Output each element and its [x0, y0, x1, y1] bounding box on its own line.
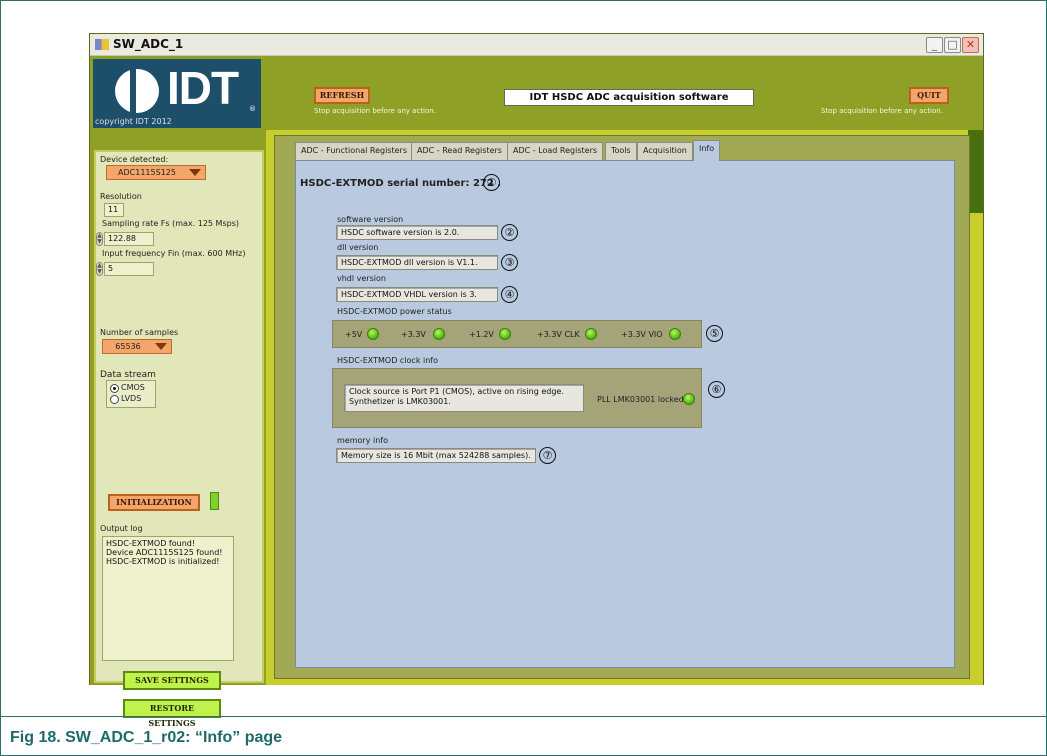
tab-control: ADC - Functional Registers ADC - Read Re…	[274, 135, 970, 679]
dll-version-label: dll version	[337, 243, 379, 252]
rail-label: +3.3V CLK	[537, 330, 580, 339]
device-label: Device detected:	[100, 155, 169, 164]
tab-adc-functional-registers[interactable]: ADC - Functional Registers	[295, 142, 413, 160]
input-frequency-stepper[interactable]: ▲ ▼	[96, 262, 103, 276]
memory-info-label: memory info	[337, 436, 388, 445]
clock-info-label: HSDC-EXTMOD clock info	[337, 356, 439, 365]
callout-6: ⑥	[708, 381, 725, 398]
close-button[interactable]: ✕	[962, 37, 979, 53]
app-window: SW_ADC_1 _ □ ✕ IDT ® copyright IDT 2012 …	[89, 33, 984, 728]
chevron-down-icon	[155, 343, 167, 350]
input-frequency-input[interactable]: 5	[104, 262, 154, 276]
rail-led-icon	[433, 328, 445, 340]
clock-info-line: Clock source is Port P1 (CMOS), active o…	[349, 387, 564, 396]
device-dropdown[interactable]: ADC1115S125	[106, 165, 206, 180]
resolution-field: 11	[104, 203, 124, 217]
input-frequency-label: Input frequency Fin (max. 600 MHz)	[102, 249, 246, 258]
copyright-text: copyright IDT 2012	[95, 117, 172, 126]
sampling-rate-label: Sampling rate Fs (max. 125 Msps)	[102, 219, 239, 228]
output-log-label: Output log	[100, 524, 143, 533]
rail-label: +1.2V	[469, 330, 494, 339]
rail-label: +3.3V VIO	[621, 330, 663, 339]
refresh-button[interactable]: REFRESH	[314, 87, 370, 104]
tab-adc-load-registers[interactable]: ADC - Load Registers	[507, 142, 604, 160]
rail-led-icon	[499, 328, 511, 340]
rail-led-icon	[585, 328, 597, 340]
dll-version-field: HSDC-EXTMOD dll version is V1.1.	[336, 255, 498, 270]
logo-disc-icon	[115, 69, 159, 113]
caption-divider	[0, 716, 1047, 717]
header-bar: REFRESH Stop acquisition before any acti…	[266, 56, 983, 132]
initialization-button[interactable]: INITIALIZATION	[108, 494, 200, 511]
data-stream-group: CMOS LVDS	[106, 380, 156, 408]
lvds-radio[interactable]	[110, 395, 119, 404]
rail-label: +5V	[345, 330, 363, 339]
callout-5: ⑤	[706, 325, 723, 342]
quit-button[interactable]: QUIT	[909, 87, 949, 104]
resolution-label: Resolution	[100, 192, 142, 201]
side-band	[968, 130, 983, 213]
init-status-led	[210, 492, 219, 510]
left-panel: IDT ® copyright IDT 2012 Device detected…	[90, 56, 266, 728]
rail-led-icon	[367, 328, 379, 340]
callout-4: ④	[501, 286, 518, 303]
pll-led-icon	[683, 393, 695, 405]
save-settings-button[interactable]: SAVE SETTINGS	[123, 671, 221, 690]
app-title: IDT HSDC ADC acquisition software	[504, 89, 754, 106]
settings-panel: Device detected: ADC1115S125 Resolution …	[94, 150, 264, 728]
refresh-hint: Stop acquisition before any action.	[314, 107, 436, 115]
device-value: ADC1115S125	[118, 168, 176, 177]
logo-text: IDT	[167, 62, 239, 114]
minimize-button[interactable]: _	[926, 37, 943, 53]
log-line: Device ADC1115S125 found!	[106, 548, 223, 557]
rail-led-icon	[669, 328, 681, 340]
samples-label: Number of samples	[100, 328, 179, 337]
sampling-rate-input[interactable]: 122.88	[104, 232, 154, 246]
sampling-rate-stepper[interactable]: ▲ ▼	[96, 232, 103, 246]
info-page: HSDC-EXTMOD serial number: 272 . ① softw…	[295, 160, 955, 668]
clock-info-panel: Clock source is Port P1 (CMOS), active o…	[332, 368, 702, 428]
pll-label: PLL LMK03001 locked	[597, 395, 684, 404]
software-version-field: HSDC software version is 2.0.	[336, 225, 498, 240]
software-version-label: software version	[337, 215, 404, 224]
callout-2: ②	[501, 224, 518, 241]
samples-dropdown[interactable]: 65536	[102, 339, 172, 354]
log-line: HSDC-EXTMOD is initialized!	[106, 557, 220, 566]
chevron-down-icon	[189, 169, 201, 176]
clock-info-field: Clock source is Port P1 (CMOS), active o…	[344, 384, 584, 412]
title-bar: SW_ADC_1 _ □ ✕	[90, 34, 983, 56]
rail-label: +3.3V	[401, 330, 426, 339]
callout-1: ①	[483, 174, 500, 191]
main-area: ADC - Functional Registers ADC - Read Re…	[266, 130, 983, 685]
cmos-label: CMOS	[121, 383, 145, 392]
window-title: SW_ADC_1	[113, 37, 184, 51]
samples-value: 65536	[115, 342, 141, 351]
data-stream-label: Data stream	[100, 370, 156, 380]
lvds-label: LVDS	[121, 394, 142, 403]
quit-hint: Stop acquisition before any action.	[821, 107, 943, 115]
callout-7: ⑦	[539, 447, 556, 464]
tab-adc-read-registers[interactable]: ADC - Read Registers	[411, 142, 508, 160]
clock-info-line: Synthetizer is LMK03001.	[349, 397, 451, 406]
callout-3: ③	[501, 254, 518, 271]
tab-tools[interactable]: Tools	[605, 142, 637, 160]
cmos-radio[interactable]	[110, 384, 119, 393]
vhdl-version-field: HSDC-EXTMOD VHDL version is 3.	[336, 287, 498, 302]
figure-caption: Fig 18. SW_ADC_1_r02: “Info” page	[10, 729, 283, 746]
power-status-label: HSDC-EXTMOD power status	[337, 307, 452, 316]
app-icon	[95, 39, 109, 50]
maximize-button[interactable]: □	[944, 37, 961, 53]
power-status-panel: +5V +3.3V +1.2V +3.3V CLK +3.3V VIO	[332, 320, 702, 348]
tab-info[interactable]: Info	[693, 140, 721, 161]
vhdl-version-label: vhdl version	[337, 274, 386, 283]
output-log[interactable]: HSDC-EXTMOD found! Device ADC1115S125 fo…	[102, 536, 234, 661]
tab-acquisition[interactable]: Acquisition	[637, 142, 693, 160]
memory-info-field: Memory size is 16 Mbit (max 524288 sampl…	[336, 448, 536, 463]
idt-logo: IDT ® copyright IDT 2012	[93, 59, 261, 128]
serial-number-label: HSDC-EXTMOD serial number: 272 .	[300, 178, 502, 189]
log-line: HSDC-EXTMOD found!	[106, 539, 196, 548]
